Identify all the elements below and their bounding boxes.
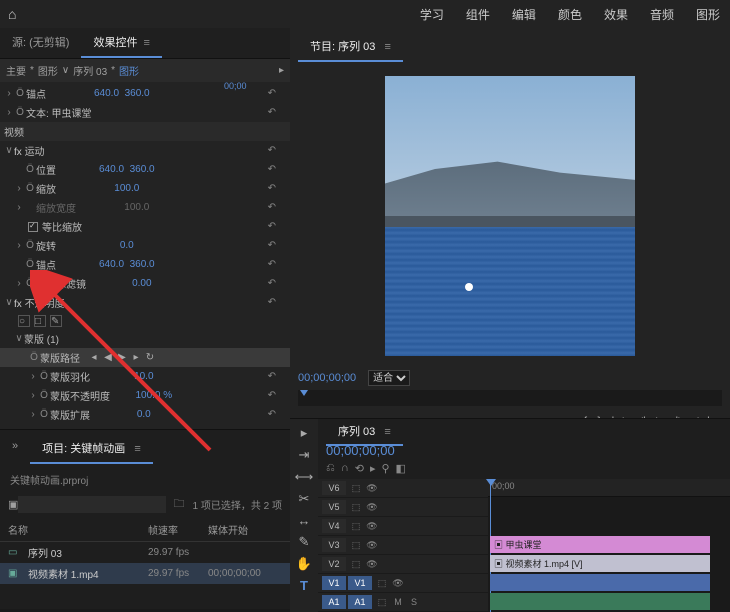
tools-palette: ▸ ⇥ ⟷ ✂ ↔ ✎ ✋ T bbox=[290, 419, 318, 612]
menu-color[interactable]: 颜色 bbox=[558, 6, 582, 23]
zoom-select[interactable]: 适合 bbox=[368, 370, 410, 386]
bin-icon[interactable]: 🗀 bbox=[174, 495, 185, 514]
project-info: 1 项已选择，共 2 项 bbox=[193, 497, 282, 512]
track-headers: V6⬚👁 V5⬚👁 V4⬚👁 V3⬚👁 V2⬚👁 V1V1⬚👁 A1A1⬚MS bbox=[318, 479, 488, 612]
ec-time-start: 00;00 bbox=[224, 81, 247, 91]
timeline-panel: ▸ ⇥ ⟷ ✂ ↔ ✎ ✋ T 序列 03 ≡ 00;00;00;00 ⎌∩⟲▸… bbox=[290, 418, 730, 612]
program-monitor: 节目: 序列 03 ≡ 00;00;00;00 适合 bbox=[290, 28, 730, 418]
clip-video[interactable]: ▣ 视频素材 1.mp4 [V] bbox=[490, 555, 710, 572]
media-browser-tab[interactable]: » bbox=[0, 434, 30, 464]
menu-assembly[interactable]: 组件 bbox=[466, 6, 490, 23]
mask-path[interactable]: 蒙版路径 bbox=[40, 350, 80, 365]
selection-tool[interactable]: ▸ bbox=[301, 425, 308, 441]
project-panel: » 项目: 关键帧动画 ≡ 关键帧动画.prproj ▣ 🗀 1 项已选择，共 … bbox=[0, 429, 290, 609]
type-tool[interactable]: T bbox=[300, 578, 308, 593]
mask-expansion[interactable]: 蒙版扩展 bbox=[50, 407, 90, 422]
project-tab[interactable]: 项目: 关键帧动画 ≡ bbox=[30, 434, 153, 464]
ec-breadcrumb: 主要* 图形 ∨ 序列 03* 图形 ▸ bbox=[0, 59, 290, 82]
razor-tool[interactable]: ✂ bbox=[299, 491, 310, 507]
mask-invert-label: 已反转 bbox=[56, 426, 86, 429]
col-name[interactable]: 名称 bbox=[8, 522, 148, 537]
uniform-scale-checkbox[interactable] bbox=[28, 222, 38, 232]
program-timecode[interactable]: 00;00;00;00 bbox=[298, 372, 356, 384]
video-section[interactable]: 视频 bbox=[4, 124, 24, 139]
slip-tool[interactable]: ↔ bbox=[298, 513, 311, 528]
program-tab[interactable]: 节目: 序列 03 ≡ bbox=[298, 32, 403, 62]
col-start[interactable]: 媒体开始 bbox=[208, 522, 282, 537]
ripple-tool[interactable]: ⟷ bbox=[295, 469, 314, 485]
keyframe-nav[interactable]: ◂◀▶▸↻ bbox=[88, 352, 156, 363]
menu-audio[interactable]: 音频 bbox=[650, 6, 674, 23]
track-select-tool[interactable]: ⇥ bbox=[299, 447, 310, 463]
mask-shape-icons[interactable]: ○□✎ bbox=[18, 315, 62, 327]
effect-controls-panel: 主要* 图形 ∨ 序列 03* 图形 ▸ 00;00 ›Ö锚点640.0 360… bbox=[0, 59, 290, 429]
hand-tool[interactable]: ✋ bbox=[296, 556, 312, 572]
track-a1-target[interactable]: A1 bbox=[322, 595, 346, 609]
source-panel-tabs: 源: (无剪辑) 效果控件≡ bbox=[0, 28, 290, 59]
fx-motion[interactable]: fx 运动 bbox=[14, 143, 45, 158]
source-tab[interactable]: 源: (无剪辑) bbox=[0, 28, 81, 58]
timeline-timecode[interactable]: 00;00;00;00 bbox=[318, 443, 730, 458]
mask-feather[interactable]: 蒙版羽化 bbox=[50, 369, 90, 384]
prop-position[interactable]: 位置 bbox=[36, 162, 56, 177]
project-breadcrumb: 关键帧动画.prproj bbox=[0, 468, 290, 491]
prop-anchor[interactable]: 锚点 bbox=[26, 86, 46, 101]
prop-anchor2[interactable]: 锚点 bbox=[36, 257, 56, 272]
project-columns: 名称 帧速率 媒体开始 bbox=[0, 518, 290, 542]
clip-graphic[interactable]: ▣ 甲虫课堂 bbox=[490, 536, 710, 553]
mask-group[interactable]: 蒙版 (1) bbox=[24, 331, 59, 346]
program-viewport[interactable] bbox=[385, 76, 635, 356]
filter-icon[interactable]: ▣ bbox=[8, 498, 18, 511]
menu-effects[interactable]: 效果 bbox=[604, 6, 628, 23]
menu-edit[interactable]: 编辑 bbox=[512, 6, 536, 23]
track-v1-target[interactable]: V1 bbox=[322, 576, 346, 590]
playhead-icon[interactable] bbox=[300, 390, 308, 396]
project-item[interactable]: ▭ 序列 03 29.97 fps bbox=[0, 542, 290, 563]
timeline-content[interactable]: 00;00 ▣ 甲虫课堂 ▣ 视频素材 1.mp4 [V] bbox=[488, 479, 730, 612]
clip-v1[interactable] bbox=[490, 574, 710, 591]
video-icon: ▣ bbox=[8, 568, 28, 579]
timeline-ruler[interactable]: 00;00 bbox=[488, 479, 730, 497]
project-item[interactable]: ▣ 视频素材 1.mp4 29.97 fps 00;00;00;00 bbox=[0, 563, 290, 584]
sequence-icon: ▭ bbox=[8, 547, 28, 558]
lock-icon[interactable]: ⬚ bbox=[348, 483, 364, 494]
project-search-input[interactable] bbox=[18, 496, 165, 513]
menu-graphics[interactable]: 图形 bbox=[696, 6, 720, 23]
uniform-scale-label: 等比缩放 bbox=[42, 219, 82, 234]
top-menu: 学习 组件 编辑 颜色 效果 音频 图形 bbox=[420, 6, 720, 23]
close-icon[interactable]: ≡ bbox=[143, 37, 149, 49]
pen-tool[interactable]: ✎ bbox=[299, 534, 310, 550]
mask-invert-checkbox[interactable] bbox=[42, 429, 52, 430]
effect-controls-tab[interactable]: 效果控件≡ bbox=[81, 28, 161, 58]
menu-learn[interactable]: 学习 bbox=[420, 6, 444, 23]
prop-rotation[interactable]: 旋转 bbox=[36, 238, 56, 253]
col-fps[interactable]: 帧速率 bbox=[148, 522, 208, 537]
timeline-options[interactable]: ⎌∩⟲▸⚲◧ bbox=[318, 458, 730, 479]
solo-icon[interactable]: S bbox=[406, 597, 422, 607]
prop-text[interactable]: 文本: 甲虫课堂 bbox=[26, 105, 92, 120]
clip-audio[interactable] bbox=[490, 593, 710, 610]
prop-scale[interactable]: 缩放 bbox=[36, 181, 56, 196]
eye-icon[interactable]: 👁 bbox=[364, 483, 380, 494]
prop-scale-w: 缩放宽度 bbox=[36, 200, 76, 215]
mute-icon[interactable]: M bbox=[390, 597, 406, 607]
mask-opacity[interactable]: 蒙版不透明度 bbox=[50, 388, 110, 403]
home-icon[interactable]: ⌂ bbox=[8, 6, 16, 22]
program-scrubber[interactable] bbox=[298, 390, 722, 406]
fx-opacity[interactable]: fx 不透明度 bbox=[14, 295, 65, 310]
prop-antiflicker[interactable]: 防闪烁滤镜 bbox=[36, 276, 86, 291]
